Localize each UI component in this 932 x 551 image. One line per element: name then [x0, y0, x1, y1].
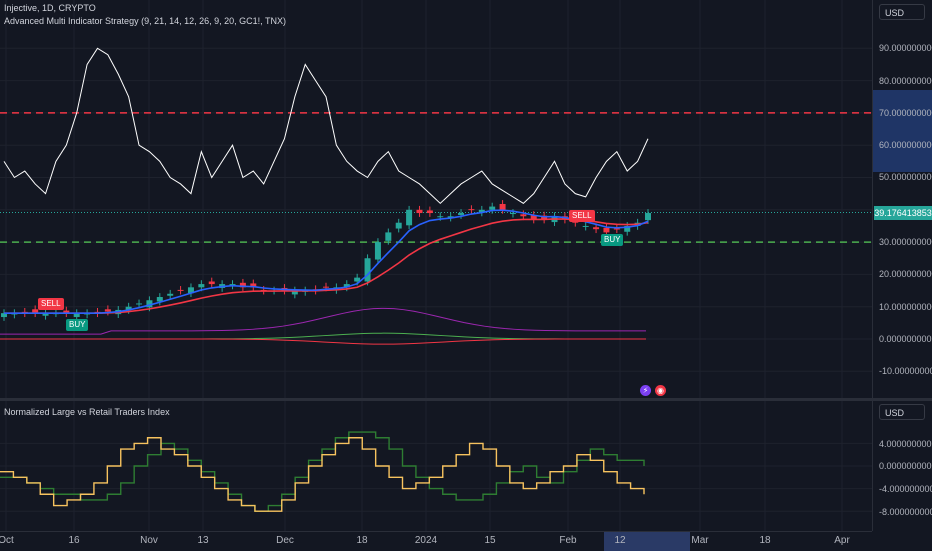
time-label: 12	[614, 535, 626, 546]
strategy-title[interactable]: Advanced Multi Indicator Strategy (9, 21…	[4, 16, 286, 26]
candle-body	[468, 209, 475, 211]
time-label: Nov	[140, 535, 158, 546]
buy-signal-label: BUY	[66, 319, 89, 331]
candle-body	[582, 225, 589, 227]
ema-slow-line	[4, 218, 649, 314]
candle-body	[593, 227, 600, 230]
time-label: Dec	[276, 535, 294, 546]
price-label: 70.000000000	[879, 108, 932, 118]
symbol-title: Injective, 1D, CRYPTO	[4, 3, 96, 13]
time-label: Apr	[834, 535, 850, 546]
time-label: 15	[484, 535, 496, 546]
price-label: 20.000000000	[879, 269, 932, 279]
candle-body	[458, 213, 465, 215]
candle-body	[374, 242, 381, 260]
candle-body	[385, 232, 392, 241]
candle-body	[645, 213, 651, 221]
candle-body	[613, 228, 620, 230]
histogram-line	[0, 338, 647, 345]
currency-button[interactable]: USD	[879, 4, 925, 20]
candle-body	[177, 289, 184, 291]
time-label: Oct	[0, 535, 14, 546]
retail-index-line	[0, 431, 645, 512]
price-label: 30.000000000	[879, 237, 932, 247]
candle-body	[489, 206, 496, 210]
price-label: 80.000000000	[879, 76, 932, 86]
candle-body	[198, 284, 205, 288]
price-label: 10.000000000	[879, 302, 932, 312]
candle-body	[416, 209, 423, 214]
candle-body	[104, 309, 111, 312]
price-label: 50.000000000	[879, 172, 932, 182]
price-axis[interactable]: USD 90.000000000 80.000000000 70.0000000…	[872, 0, 932, 398]
sell-signal-label: SELL	[38, 298, 64, 310]
candle-body	[426, 210, 433, 214]
buy-signal-label: BUY	[601, 234, 624, 246]
index-label: -4.000000000	[879, 484, 932, 494]
sell-signal-label: SELL	[569, 210, 595, 222]
candle-body	[437, 216, 444, 218]
price-label: 0.000000000	[879, 334, 932, 344]
time-label: 2024	[414, 535, 438, 546]
candle-body	[395, 222, 402, 229]
candle-body	[520, 214, 527, 217]
index-label: 0.000000000	[879, 461, 932, 471]
time-label: Mar	[691, 535, 709, 546]
index-label: -8.000000000	[879, 507, 932, 517]
time-label: 13	[197, 535, 209, 546]
index-chart-canvas[interactable]	[0, 401, 872, 531]
candle-body	[167, 293, 174, 296]
last-price-tag: 39.176413853	[874, 206, 932, 220]
index-label: 4.000000000	[879, 439, 932, 449]
time-axis[interactable]: Oct 16 Nov 13 Dec 18 2024 15 Feb 12 Mar …	[0, 531, 872, 551]
main-chart-canvas[interactable]	[0, 0, 872, 398]
axis-highlight-range	[873, 90, 932, 172]
price-label: 90.000000000	[879, 43, 932, 53]
lightning-icon[interactable]: ⚡	[640, 385, 651, 396]
price-label: -10.000000000	[879, 366, 932, 376]
time-label: 18	[356, 535, 368, 546]
time-label: 18	[759, 535, 771, 546]
index-axis[interactable]: USD 4.000000000 0.000000000 -4.000000000…	[872, 401, 932, 531]
candle-body	[364, 258, 371, 282]
candle-body	[406, 209, 413, 226]
rsi-line	[3, 47, 649, 205]
candle-body	[499, 203, 506, 210]
price-label: 60.000000000	[879, 140, 932, 150]
candle-body	[136, 303, 143, 305]
index-pane[interactable]: Normalized Large vs Retail Traders Index	[0, 401, 872, 531]
time-label: 16	[68, 535, 80, 546]
candle-body	[208, 281, 215, 285]
candle-body	[603, 227, 610, 233]
candle-body	[323, 286, 329, 288]
index-title[interactable]: Normalized Large vs Retail Traders Index	[4, 407, 170, 417]
emoji-icon[interactable]: ◉	[655, 385, 666, 396]
candle-body	[509, 213, 516, 215]
currency-button[interactable]: USD	[879, 404, 925, 420]
ema-fast-line	[4, 209, 649, 314]
time-label: Feb	[559, 535, 577, 546]
main-chart-pane[interactable]: Injective, 1D, CRYPTO Advanced Multi Ind…	[0, 0, 872, 398]
